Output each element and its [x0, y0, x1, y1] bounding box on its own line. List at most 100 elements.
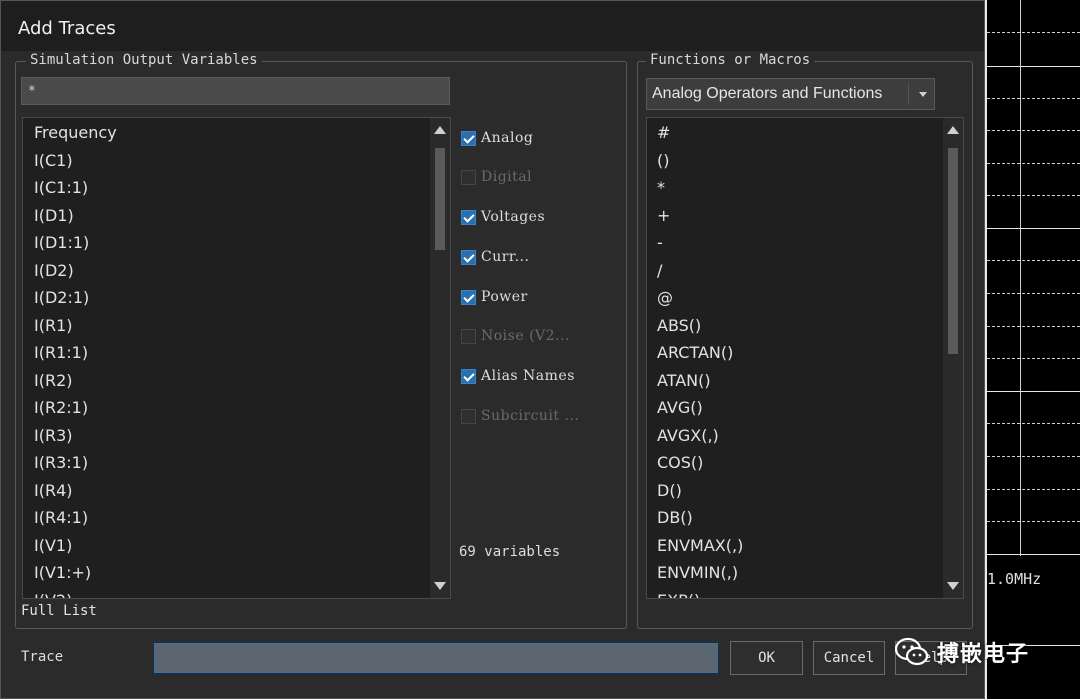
filter-checkbox-label: Alias Names: [481, 368, 575, 384]
grid-line: [987, 130, 1080, 131]
grid-line: [987, 195, 1080, 196]
function-list-item[interactable]: -: [657, 229, 941, 257]
variable-list-item[interactable]: I(R3): [34, 422, 428, 450]
trace-expression-input[interactable]: [154, 643, 718, 673]
filter-checkbox-label: Voltages: [481, 209, 546, 225]
variable-filter-input[interactable]: [21, 77, 450, 105]
dropdown-selected-value: Analog Operators and Functions: [652, 85, 883, 102]
grid-line: [987, 163, 1080, 164]
variable-list-item[interactable]: I(R2): [34, 367, 428, 395]
function-list-item[interactable]: ABS(): [657, 312, 941, 340]
filter-checkbox: [461, 408, 476, 424]
plot-window: 1.0MHz: [985, 0, 1080, 699]
filter-checkbox-row[interactable]: Voltages: [461, 206, 545, 228]
grid-line: [987, 358, 1080, 359]
grid-line: [987, 521, 1080, 522]
function-list-item[interactable]: *: [657, 174, 941, 202]
variable-list-item[interactable]: I(R1:1): [34, 339, 428, 367]
function-list-item[interactable]: #: [657, 119, 941, 147]
scroll-down-arrow-icon[interactable]: [434, 582, 446, 590]
function-list-item[interactable]: EXP(): [657, 587, 941, 599]
grid-line: [987, 293, 1080, 294]
scroll-up-arrow-icon[interactable]: [947, 126, 959, 134]
variables-scrollbar[interactable]: [430, 118, 450, 598]
variable-list-item[interactable]: I(V2): [34, 587, 428, 599]
filter-checkbox-label: Digital: [481, 169, 533, 185]
wechat-icon: [894, 637, 929, 667]
filter-checkbox[interactable]: [461, 209, 476, 225]
function-list-item[interactable]: ARCTAN(): [657, 339, 941, 367]
filter-checkbox-row: Subcircuit ...: [461, 405, 579, 427]
variable-list-item[interactable]: I(D2:1): [34, 284, 428, 312]
function-list-item[interactable]: DB(): [657, 504, 941, 532]
filter-checkbox[interactable]: [461, 368, 476, 384]
variable-list-item[interactable]: Frequency: [34, 119, 428, 147]
filter-checkbox-row[interactable]: Power: [461, 286, 528, 308]
variables-list-items: Frequency I(C1) I(C1:1) I(D1) I(D1:1) I(D2) I(…: [34, 119, 428, 599]
grid-line: [987, 260, 1080, 261]
functions-scrollbar[interactable]: [943, 118, 963, 598]
ok-button[interactable]: OK: [730, 641, 803, 675]
variable-list-item[interactable]: I(R4): [34, 477, 428, 505]
function-list-item[interactable]: @: [657, 284, 941, 312]
dropdown-separator: [908, 83, 909, 105]
filter-checkbox-row: Digital: [461, 166, 532, 188]
filter-checkbox-label: Power: [481, 289, 528, 305]
scroll-up-arrow-icon[interactable]: [434, 126, 446, 134]
function-category-dropdown[interactable]: Analog Operators and Functions: [646, 78, 935, 110]
function-list-item[interactable]: AVG(): [657, 394, 941, 422]
function-list-item[interactable]: D(): [657, 477, 941, 505]
filter-checkbox-label: Noise (V2...: [481, 328, 570, 344]
trace-label: Trace: [21, 649, 64, 665]
variable-list-item[interactable]: I(R3:1): [34, 449, 428, 477]
function-list-item[interactable]: AVGX(,): [657, 422, 941, 450]
dialog-title: Add Traces: [18, 18, 116, 39]
filter-checkbox[interactable]: [461, 130, 476, 146]
filter-checkbox-row[interactable]: Analog: [461, 127, 533, 149]
variable-list-item[interactable]: I(R2:1): [34, 394, 428, 422]
cancel-button[interactable]: Cancel: [813, 641, 885, 675]
scroll-thumb[interactable]: [948, 148, 958, 354]
function-list-item[interactable]: ENVMIN(,): [657, 559, 941, 587]
filter-checkbox-label: Subcircuit ...: [481, 408, 580, 424]
function-list-item[interactable]: /: [657, 257, 941, 285]
variables-list[interactable]: Frequency I(C1) I(C1:1) I(D1) I(D1:1) I(D2) I(…: [22, 117, 451, 599]
chevron-down-icon[interactable]: [919, 92, 927, 97]
variable-list-item[interactable]: I(C1:1): [34, 174, 428, 202]
variable-list-item[interactable]: I(D1): [34, 202, 428, 230]
functions-group-label: Functions or Macros: [646, 52, 815, 68]
variable-list-item[interactable]: I(V1): [34, 532, 428, 560]
variable-list-item[interactable]: I(R1): [34, 312, 428, 340]
function-list-item[interactable]: +: [657, 202, 941, 230]
plot-border: [987, 228, 1080, 229]
filter-checkbox-row[interactable]: Alias Names: [461, 365, 575, 387]
variable-list-item[interactable]: I(R4:1): [34, 504, 428, 532]
filter-checkbox: [461, 169, 476, 185]
x-axis-tick-label: 1.0MHz: [987, 570, 1042, 588]
variable-list-item[interactable]: I(D2): [34, 257, 428, 285]
variable-count: 69 variables: [459, 544, 561, 560]
filter-checkbox-row[interactable]: Curr...: [461, 246, 529, 268]
grid-line: [987, 98, 1080, 99]
function-list-item[interactable]: (): [657, 147, 941, 175]
filter-checkbox: [461, 328, 476, 344]
title-bar[interactable]: Add Traces: [1, 1, 984, 51]
function-list-item[interactable]: COS(): [657, 449, 941, 477]
scroll-thumb[interactable]: [435, 148, 445, 250]
filter-checkbox[interactable]: [461, 249, 476, 265]
filter-checkbox[interactable]: [461, 289, 476, 305]
grid-line: [987, 456, 1080, 457]
grid-line: [987, 423, 1080, 424]
full-list-label: Full List: [21, 603, 97, 619]
grid-line: [987, 326, 1080, 327]
variable-list-item[interactable]: I(C1): [34, 147, 428, 175]
plot-border: [987, 391, 1080, 392]
scroll-down-arrow-icon[interactable]: [947, 582, 959, 590]
function-list-item[interactable]: ATAN(): [657, 367, 941, 395]
variable-list-item[interactable]: I(D1:1): [34, 229, 428, 257]
simulation-output-label: Simulation Output Variables: [26, 52, 262, 68]
function-list-item[interactable]: ENVMAX(,): [657, 532, 941, 560]
variable-list-item[interactable]: I(V1:+): [34, 559, 428, 587]
functions-list-items: #() * + - / @ ABS() ARCTAN() ATAN() AVG() AVGX(,) C…: [657, 119, 941, 599]
functions-list[interactable]: #() * + - / @ ABS() ARCTAN() ATAN() AVG() AVGX(,) C…: [646, 117, 964, 599]
